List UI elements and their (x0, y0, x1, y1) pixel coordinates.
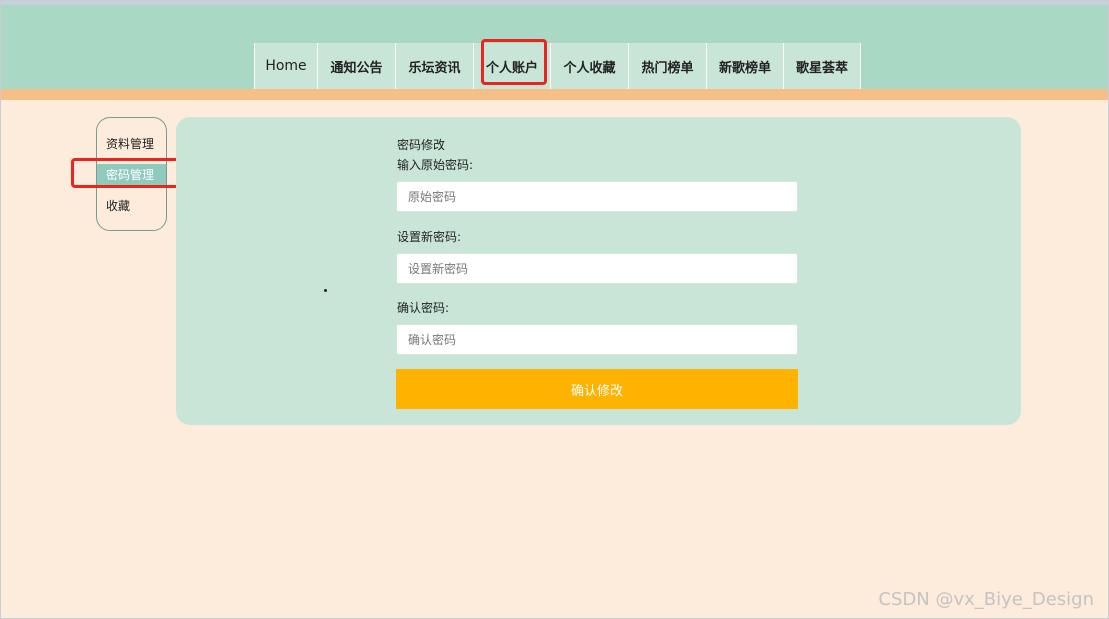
old-password-label: 输入原始密码: (397, 158, 474, 172)
confirm-change-button[interactable]: 确认修改 (396, 369, 798, 409)
highlight-box-nav (481, 39, 547, 85)
nav-item-star-gallery[interactable]: 歌星荟萃 (783, 43, 861, 89)
sidebar-item-profile[interactable]: 资料管理 (97, 133, 166, 154)
old-password-input[interactable]: 原始密码 (396, 181, 798, 212)
form-title: 密码修改 (397, 138, 446, 152)
confirm-password-input[interactable]: 确认密码 (396, 324, 798, 355)
watermark: CSDN @vx_Biye_Design (878, 589, 1094, 610)
nav-item-hot-chart[interactable]: 热门榜单 (628, 43, 706, 89)
nav-item-new-songs-chart[interactable]: 新歌榜单 (706, 43, 783, 89)
confirm-password-label: 确认密码: (397, 301, 450, 315)
nav-item-personal-favorites[interactable]: 个人收藏 (550, 43, 628, 89)
sidebar-item-favorites[interactable]: 收藏 (97, 195, 166, 216)
new-password-input[interactable]: 设置新密码 (396, 253, 798, 284)
header-accent-strip (1, 89, 1108, 100)
cursor-dot (324, 289, 327, 292)
nav-item-notice[interactable]: 通知公告 (317, 43, 395, 89)
nav-item-home[interactable]: Home (254, 43, 317, 89)
main-nav: Home 通知公告 乐坛资讯 个人账户 个人收藏 热门榜单 新歌榜单 歌星荟萃 (254, 43, 861, 89)
new-password-label: 设置新密码: (397, 230, 462, 244)
highlight-box-sidebar (71, 158, 184, 188)
nav-item-music-news[interactable]: 乐坛资讯 (395, 43, 473, 89)
